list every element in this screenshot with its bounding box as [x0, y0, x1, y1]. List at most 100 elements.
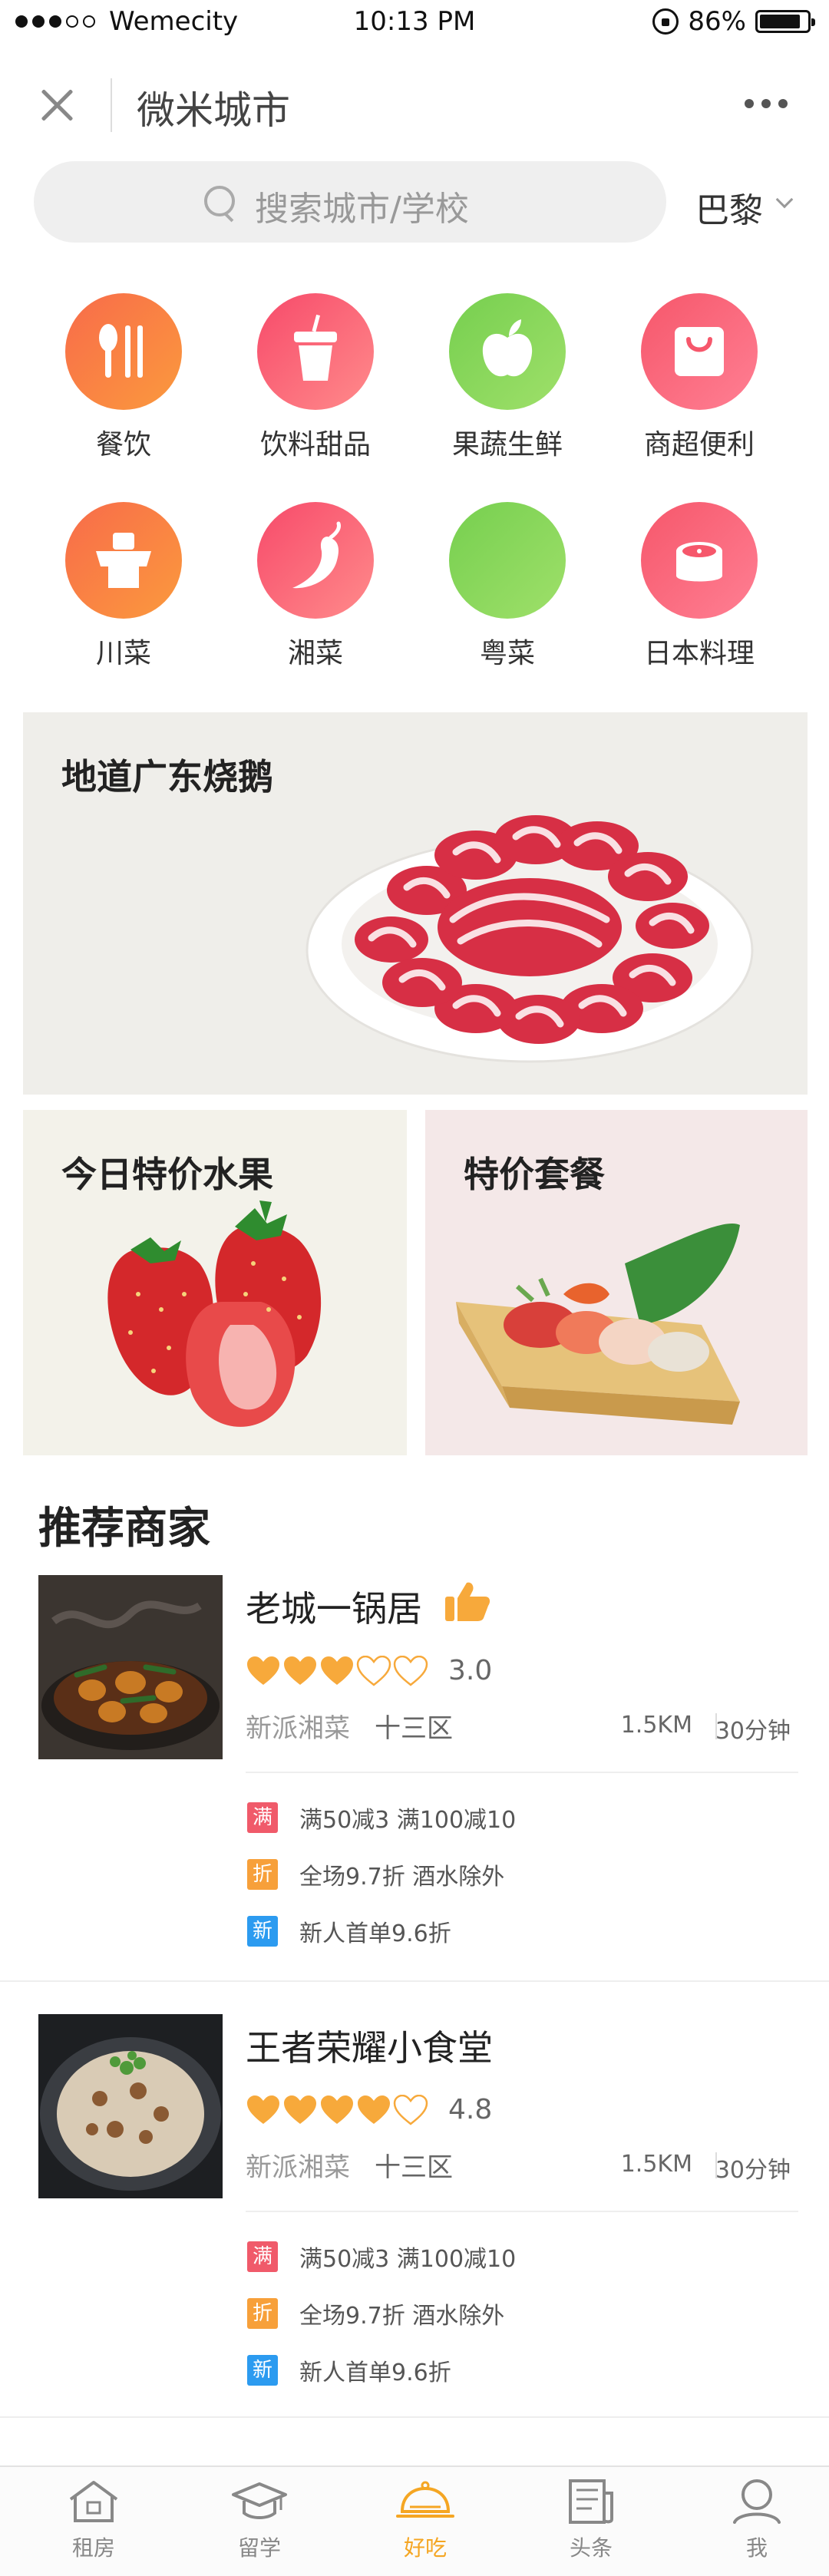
merchant-meta: 新派湘菜 十三区 — [246, 1707, 453, 1745]
apple-icon — [449, 293, 566, 410]
tab-label: 租房 — [71, 2535, 115, 2561]
heart-outline-icon — [393, 2094, 428, 2125]
promo-row: 折 全场9.7折 酒水除外 — [247, 2297, 504, 2330]
banner-set-meals[interactable]: 特价套餐 — [425, 1110, 808, 1455]
banner-roast-goose[interactable]: 地道广东烧鹅 — [23, 712, 808, 1095]
bottom-tab-bar: 租房 留学 好吃 头条 我 — [0, 2465, 829, 2576]
status-bar: Wemecity 10:13 PM 86% — [0, 0, 829, 46]
food-cloche-icon — [396, 2481, 454, 2518]
page-title: 微米城市 — [137, 88, 290, 133]
merchant-photo — [38, 2014, 223, 2198]
card-divider — [246, 1772, 798, 1773]
tab-label: 我 — [745, 2535, 768, 2561]
heart-outline-icon — [393, 1655, 428, 1686]
banner-title: 地道广东烧鹅 — [61, 756, 273, 798]
heart-outline-icon — [356, 1655, 391, 1686]
tab-me[interactable]: 我 — [674, 2478, 829, 2562]
more-options-icon[interactable] — [745, 92, 798, 115]
category-drinks[interactable]: 饮料甜品 — [220, 293, 411, 462]
delivery-time-label: 30分钟 — [715, 1718, 791, 1745]
heart-filled-icon — [321, 2095, 353, 2124]
shopping-bag-icon — [641, 293, 758, 410]
cuisine-label: 新派湘菜 — [246, 2152, 350, 2183]
cutlery-icon — [65, 293, 182, 410]
promo-badge-discount: 满 — [247, 2241, 278, 2272]
category-fresh-produce[interactable]: 果蔬生鲜 — [411, 293, 603, 462]
meat-platter-image — [306, 815, 754, 1063]
heart-filled-icon — [247, 2095, 279, 2124]
category-japanese[interactable]: 日本料理 — [603, 502, 795, 671]
card-divider — [246, 2211, 798, 2212]
category-label: 饮料甜品 — [259, 429, 371, 461]
category-hunan[interactable]: 湘菜 — [220, 502, 411, 671]
promo-badge-new-user: 新 — [247, 1916, 278, 1947]
rating-score: 4.8 — [448, 2094, 493, 2125]
banner-title: 特价套餐 — [464, 1154, 605, 1195]
rating-row: 3.0 — [246, 1655, 492, 1686]
tab-label: 头条 — [569, 2535, 613, 2561]
sushi-roll-icon — [641, 502, 758, 619]
promo-row: 满 满50减3 满100减10 — [247, 2240, 516, 2274]
merchant-name: 王者荣耀小食堂 — [246, 2027, 493, 2069]
area-label: 十三区 — [375, 1713, 453, 1744]
promo-text: 满50减3 满100减10 — [299, 2246, 517, 2273]
card-separator — [0, 2416, 829, 2418]
search-icon — [204, 186, 235, 216]
merchant-card[interactable]: 老城一锅居 3.0 新派湘菜 十三区 1.5KM 30分钟 满 满50减3 满10… — [0, 1575, 829, 1959]
promo-badge-new-user: 新 — [247, 2355, 278, 2386]
banner-title: 今日特价水果 — [61, 1154, 273, 1195]
promo-badge-percent-off: 折 — [247, 1859, 278, 1890]
battery-level — [760, 15, 800, 28]
merchant-meta: 新派湘菜 十三区 — [246, 2146, 453, 2184]
graduation-cap-icon — [232, 2482, 287, 2519]
user-icon — [733, 2479, 781, 2524]
category-dining[interactable]: 餐饮 — [28, 293, 220, 462]
rating-hearts — [246, 1655, 428, 1686]
category-label: 湘菜 — [287, 638, 343, 669]
distance-label: 1.5KM — [620, 2151, 692, 2178]
cuisine-label: 新派湘菜 — [246, 1713, 350, 1744]
promo-text: 全场9.7折 酒水除外 — [299, 1864, 505, 1891]
house-icon — [69, 2481, 118, 2522]
category-sichuan[interactable]: 川菜 — [28, 502, 220, 671]
chevron-down-icon[interactable] — [775, 190, 794, 209]
search-placeholder: 搜索城市/学校 — [255, 190, 469, 229]
tab-label: 留学 — [237, 2535, 281, 2561]
merchant-photo — [38, 1575, 223, 1759]
search-row: 搜索城市/学校 巴黎 — [0, 161, 829, 246]
tab-food[interactable]: 好吃 — [342, 2478, 508, 2562]
card-separator — [0, 1980, 829, 1982]
news-icon — [569, 2479, 613, 2524]
category-label: 川菜 — [95, 638, 151, 669]
category-cantonese[interactable]: 粤菜 — [411, 502, 603, 671]
merchant-card[interactable]: 王者荣耀小食堂 4.8 新派湘菜 十三区 1.5KM 30分钟 满 满50减3 满… — [0, 2014, 829, 2398]
heart-filled-icon — [284, 1656, 316, 1685]
promo-badge-discount: 满 — [247, 1802, 278, 1833]
nav-divider — [111, 78, 112, 132]
promo-text: 新人首单9.6折 — [299, 2360, 451, 2386]
nav-bar: 微米城市 — [0, 61, 829, 146]
category-convenience[interactable]: 商超便利 — [603, 293, 795, 462]
thumbs-up-icon — [445, 1582, 490, 1621]
promo-text: 新人首单9.6折 — [299, 1920, 451, 1947]
promo-row: 新 新人首单9.6折 — [247, 1914, 451, 1948]
city-selector[interactable]: 巴黎 — [695, 183, 763, 232]
category-label: 日本料理 — [643, 638, 755, 669]
sushi-boat-image — [456, 1224, 740, 1425]
heart-filled-icon — [321, 1656, 353, 1685]
rating-row: 4.8 — [246, 2094, 492, 2125]
tab-headlines[interactable]: 头条 — [508, 2478, 674, 2562]
orientation-lock-icon — [652, 8, 679, 35]
strawberry-image — [107, 1200, 322, 1427]
close-icon[interactable] — [29, 78, 83, 132]
promo-badge-percent-off: 折 — [247, 2298, 278, 2329]
banner-fruit-deals[interactable]: 今日特价水果 — [23, 1110, 407, 1455]
tab-rent[interactable]: 租房 — [11, 2478, 177, 2562]
area-label: 十三区 — [375, 2152, 453, 2183]
merchant-name: 老城一锅居 — [246, 1588, 422, 1630]
heart-filled-icon — [284, 2095, 316, 2124]
promo-row: 折 全场9.7折 酒水除外 — [247, 1858, 504, 1891]
tab-study-abroad[interactable]: 留学 — [177, 2478, 342, 2562]
distance-label: 1.5KM — [620, 1712, 692, 1739]
search-input[interactable]: 搜索城市/学校 — [34, 161, 666, 243]
